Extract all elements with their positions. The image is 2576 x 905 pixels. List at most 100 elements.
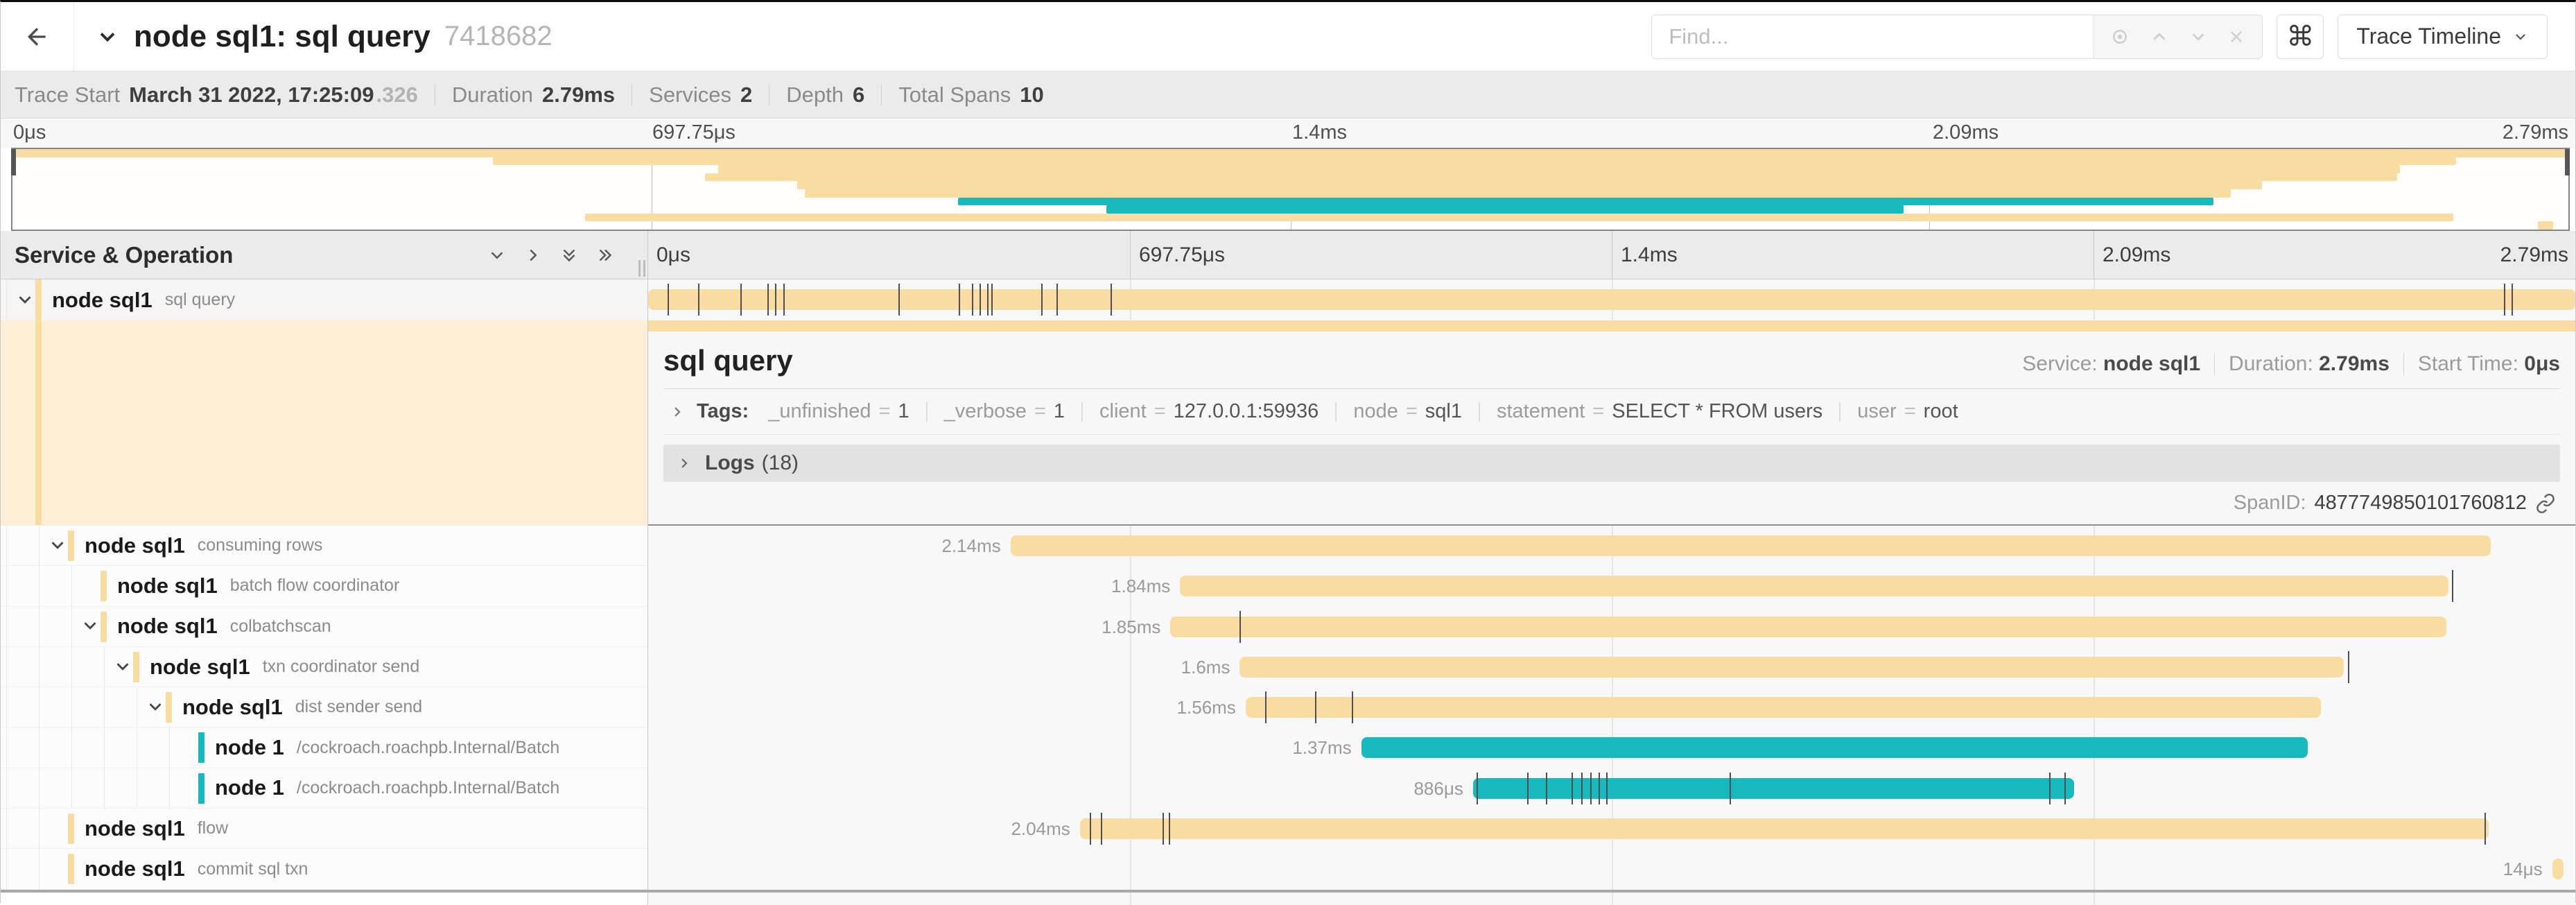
log-tick [1101, 813, 1102, 845]
log-tick [767, 284, 769, 316]
indent-guide [6, 727, 7, 767]
log-tick [1041, 284, 1043, 316]
log-tick [2504, 284, 2505, 316]
find-input[interactable] [1652, 15, 2093, 58]
expand-toggle[interactable] [80, 615, 102, 637]
ruler-tick: 2.79ms [2500, 231, 2568, 279]
span-timeline-row[interactable]: 886μs [648, 768, 2575, 809]
log-tick [987, 284, 989, 316]
span-timeline-row[interactable]: 1.6ms [648, 647, 2575, 687]
collapse-chevron-icon[interactable] [95, 24, 120, 49]
span-bar[interactable] [1239, 657, 2344, 678]
clear-icon[interactable] [2227, 27, 2246, 46]
span-tree-row[interactable]: node 1/cockroach.roachpb.Internal/Batch [1, 768, 647, 809]
span-tree-row[interactable]: node sql1colbatchscan [1, 607, 647, 647]
expand-all-icon[interactable] [595, 245, 616, 266]
expand-toggle[interactable] [145, 696, 167, 718]
minimap-span-bar [805, 189, 2231, 198]
log-tick [959, 284, 960, 316]
indent-guide [39, 687, 40, 727]
tag-key: _verbose [944, 400, 1027, 423]
minimap-span-bar [705, 173, 2397, 182]
tag-key: statement [1497, 400, 1585, 423]
span-bar[interactable] [1180, 576, 2448, 596]
tags-row[interactable]: Tags: _unfinished=1_verbose=1client=127.… [663, 389, 2560, 435]
log-tick [1590, 773, 1592, 804]
indent-guide [6, 768, 7, 808]
collapse-one-icon[interactable] [487, 245, 507, 266]
indent-guide [71, 566, 72, 605]
minimap-right-scrubber[interactable] [2565, 149, 2570, 175]
span-tree-row[interactable]: node sql1batch flow coordinator [1, 566, 647, 606]
span-detail-content: sql query Service: node sql1 Duration: 2… [648, 331, 2575, 515]
spanid-label: SpanID: [2234, 492, 2306, 515]
span-timeline-row[interactable]: 1.37ms [648, 727, 2575, 768]
logs-label: Logs [705, 451, 755, 475]
column-resizer-handle[interactable] [638, 260, 645, 277]
logs-row[interactable]: Logs (18) [663, 445, 2560, 482]
span-tree-row[interactable]: node sql1txn coordinator send [1, 647, 647, 687]
log-tick [1546, 773, 1547, 804]
indent-guide [169, 727, 170, 767]
log-tick [2452, 570, 2453, 602]
span-timeline-row[interactable]: 1.84ms [648, 566, 2575, 606]
span-tree-row[interactable]: node sql1flow [1, 809, 647, 849]
span-bar[interactable] [1080, 818, 2489, 839]
expand-toggle[interactable] [47, 535, 69, 557]
chevron-right-icon [669, 404, 686, 420]
minimap-span-row [12, 198, 2568, 206]
span-timeline-row[interactable]: 2.04ms [648, 809, 2575, 849]
span-bar[interactable] [648, 289, 2575, 310]
service-operation-heading: Service & Operation [15, 242, 233, 268]
span-timeline-row[interactable]: 14μs [648, 849, 2575, 889]
locate-icon[interactable] [2109, 26, 2130, 47]
span-bar[interactable] [1473, 778, 2074, 799]
indent-guide [71, 727, 72, 767]
span-tree-row[interactable]: node 1/cockroach.roachpb.Internal/Batch [1, 727, 647, 768]
chevron-down-icon [145, 696, 166, 717]
minimap-left-scrubber[interactable] [11, 149, 16, 175]
span-bar[interactable] [1361, 737, 2308, 758]
span-timeline-row[interactable]: 1.56ms [648, 687, 2575, 727]
span-bar[interactable] [1246, 697, 2321, 718]
chevron-up-icon[interactable] [2149, 26, 2170, 47]
horizontal-scrollbar[interactable] [1, 890, 2575, 893]
expand-one-icon[interactable] [523, 245, 543, 266]
span-timeline-row[interactable] [648, 279, 2575, 320]
span-tree-row[interactable]: node sql1consuming rows [1, 526, 647, 566]
view-selector-button[interactable]: Trace Timeline [2338, 15, 2548, 59]
span-operation: sql query [165, 290, 235, 310]
span-timeline-row[interactable]: 1.85ms [648, 607, 2575, 647]
expand-toggle[interactable] [112, 656, 134, 678]
span-bar[interactable] [648, 320, 2575, 331]
span-service: node sql1 [85, 816, 185, 841]
trace-minimap[interactable] [11, 148, 2570, 231]
span-bar[interactable] [2552, 859, 2564, 879]
span-duration-label: 1.84ms [1111, 576, 1170, 596]
span-detail-row: sql query Service: node sql1 Duration: 2… [648, 320, 2575, 526]
span-bar[interactable] [1011, 535, 2491, 556]
chevron-right-icon [676, 455, 693, 472]
ruler-tick: 2.79ms [2503, 121, 2568, 144]
keyboard-shortcuts-button[interactable]: ⌘ [2277, 15, 2324, 59]
span-bar[interactable] [1170, 617, 2446, 637]
span-tree-row[interactable]: node sql1commit sql txn [1, 849, 647, 889]
span-tree-row[interactable]: node sql1sql query [1, 279, 647, 320]
span-tree-row[interactable]: node sql1dist sender send [1, 687, 647, 727]
chevron-down-icon [47, 535, 68, 555]
collapse-all-icon[interactable] [559, 245, 580, 266]
back-button[interactable] [1, 2, 74, 71]
span-names-panel: Service & Operation node sql1sql queryno… [1, 231, 648, 905]
span-duration-label: 2.14ms [941, 535, 1000, 556]
tags-label: Tags: [697, 400, 749, 423]
tag-value: 127.0.0.1:59936 [1174, 400, 1319, 423]
trace-start: Trace Start March 31 2022, 17:25:09.326 [15, 83, 418, 107]
equals-sign: = [879, 400, 891, 423]
link-icon[interactable] [2535, 493, 2556, 514]
find-box [1651, 15, 2263, 59]
chevron-down-icon[interactable] [2188, 26, 2209, 47]
span-timeline-row[interactable]: 2.14ms [648, 526, 2575, 566]
trace-services: Services2 [649, 83, 752, 107]
indent-guide [6, 647, 7, 687]
expand-toggle[interactable] [15, 289, 37, 311]
